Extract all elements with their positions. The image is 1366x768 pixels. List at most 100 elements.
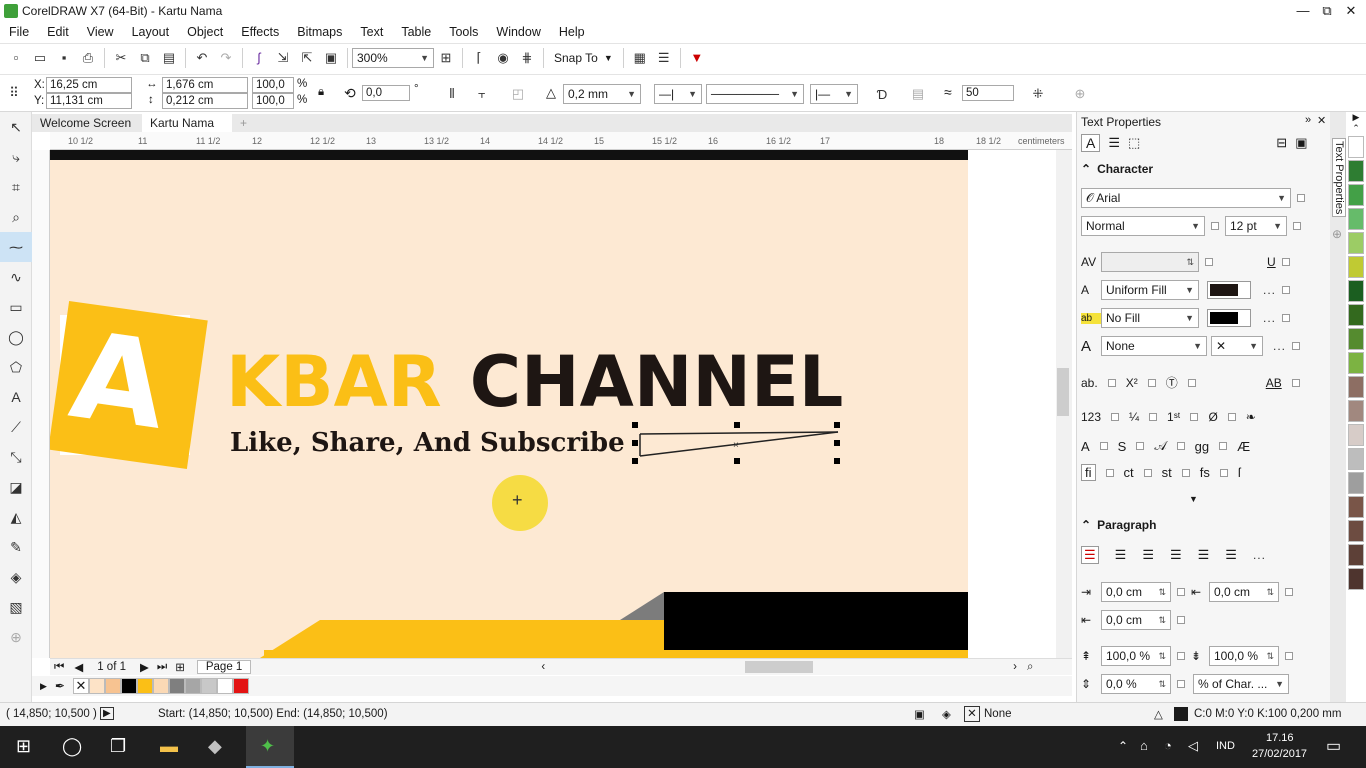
text-wrap-icon[interactable]: Ɗ	[870, 82, 894, 106]
font-style-select[interactable]: Normal ▼	[1081, 216, 1205, 236]
right-strip-swatch[interactable]	[1348, 496, 1364, 518]
show-rulers-icon[interactable]: ⌈	[467, 46, 491, 70]
collapse-icon[interactable]: ⌃	[1081, 162, 1091, 176]
background-color-picker[interactable]	[1207, 309, 1251, 327]
first-line-field[interactable]: 0,0 cm ⇅	[1101, 610, 1171, 630]
palette-swatch[interactable]	[136, 678, 153, 694]
end-arrowhead-select[interactable]: |— ▼	[810, 84, 858, 104]
fill-settings-button[interactable]: ...	[1263, 283, 1276, 297]
menu-text[interactable]: Text	[351, 22, 392, 42]
show-grid-icon[interactable]: ◉	[491, 46, 515, 70]
clock-date[interactable]: 27/02/2017	[1252, 748, 1307, 760]
zoom-navigator-icon[interactable]: ⌕	[1027, 661, 1033, 674]
right-strip-swatch[interactable]	[1348, 424, 1364, 446]
volume-icon[interactable]: ◁	[1188, 738, 1198, 754]
menu-tools[interactable]: Tools	[440, 22, 487, 42]
rectangle-tool-icon[interactable]: ▭	[0, 292, 32, 322]
right-strip-swatch[interactable]	[1348, 352, 1364, 374]
lining-figures-icon[interactable]: 123	[1081, 410, 1101, 424]
publish-pdf-icon[interactable]: ▣	[319, 46, 343, 70]
align-center-icon[interactable]: ☰	[1142, 547, 1154, 563]
align-left-icon[interactable]: ☰	[1115, 547, 1127, 563]
palette-scroll-icon[interactable]: ▶	[40, 681, 47, 692]
start-arrowhead-select[interactable]: —| ▼	[654, 84, 702, 104]
docker-menu-icon[interactable]: ▣	[1295, 135, 1307, 151]
nodes-icon[interactable]: ⁜	[1026, 82, 1050, 106]
uppercase-icon[interactable]: Ⓣ	[1166, 374, 1178, 391]
scale-y-field[interactable]: 100,0	[252, 93, 294, 109]
right-strip-swatch[interactable]	[1348, 184, 1364, 206]
play-icon[interactable]: ▶	[100, 707, 114, 720]
eyedropper-icon[interactable]: ✒	[55, 679, 65, 693]
y-position-field[interactable]: 11,131 cm	[46, 93, 132, 109]
redo-icon[interactable]: ↷	[214, 46, 238, 70]
fractions-icon[interactable]: ¼	[1129, 410, 1139, 424]
tab-kartu-nama[interactable]: Kartu Nama	[142, 114, 232, 132]
alignment-more-button[interactable]: ...	[1253, 548, 1266, 562]
palette-swatch[interactable]	[216, 678, 233, 694]
add-docker-icon[interactable]: ⊕	[1332, 227, 1346, 241]
outline-width-select[interactable]: 0,2 mm ▼	[563, 84, 641, 104]
pick-tool-icon[interactable]: ↖	[0, 112, 32, 142]
right-strip-swatch[interactable]	[1348, 448, 1364, 470]
ligatures-icon[interactable]: fi	[1081, 464, 1096, 481]
menu-view[interactable]: View	[78, 22, 123, 42]
new-tab-button[interactable]: +	[232, 114, 255, 132]
right-strip-swatch[interactable]	[1348, 232, 1364, 254]
all-caps-icon[interactable]: AB	[1266, 376, 1282, 390]
zoom-tool-icon[interactable]: ⌕	[0, 202, 32, 232]
wifi-icon[interactable]: ◔	[1164, 738, 1172, 753]
save-icon[interactable]: ▪	[52, 46, 76, 70]
right-strip-swatch[interactable]	[1348, 472, 1364, 494]
text-tool-icon[interactable]: A	[0, 382, 32, 412]
import-icon[interactable]: ⇲	[271, 46, 295, 70]
palette-swatch[interactable]	[152, 678, 169, 694]
vertical-ruler[interactable]	[32, 150, 50, 658]
drop-shadow-icon[interactable]: ◪	[0, 472, 32, 502]
strip-scroll-up-icon[interactable]: ▶	[1346, 112, 1366, 123]
export-icon[interactable]: ⇱	[295, 46, 319, 70]
menu-bitmaps[interactable]: Bitmaps	[288, 22, 351, 42]
palette-swatch[interactable]	[232, 678, 249, 694]
curve-smoothness-field[interactable]: 50	[962, 85, 1014, 101]
tab-welcome-screen[interactable]: Welcome Screen	[32, 114, 142, 132]
historical-ligature-icon[interactable]: st	[1162, 465, 1172, 480]
zoom-level-select[interactable]: 300% ▼	[352, 47, 434, 68]
clock-time[interactable]: 17.16	[1266, 732, 1294, 744]
prev-page-icon[interactable]: ◀	[74, 660, 83, 674]
subscript-icon[interactable]: ab.	[1081, 376, 1098, 390]
mirror-vertical-icon[interactable]: ⫟	[470, 82, 494, 106]
fill-type-select[interactable]: Uniform Fill ▼	[1101, 280, 1199, 300]
x-position-field[interactable]: 16,25 cm	[46, 77, 132, 93]
line-spacing-field[interactable]: 0,0 % ⇅	[1101, 674, 1171, 694]
height-field[interactable]: 0,212 cm	[162, 93, 248, 109]
character-tab-icon[interactable]: A	[1081, 134, 1101, 152]
fill-color-picker[interactable]	[1207, 281, 1251, 299]
horizontal-scroll-thumb[interactable]	[745, 661, 814, 673]
shape-tool-icon[interactable]: ⤷	[0, 142, 32, 172]
ornaments-icon[interactable]: ❧	[1246, 410, 1256, 424]
polygon-tool-icon[interactable]: ⬠	[0, 352, 32, 382]
add-tool-icon[interactable]: ⊕	[0, 622, 32, 652]
palette-swatch[interactable]	[88, 678, 105, 694]
add-icon[interactable]: ⊕	[1068, 82, 1092, 106]
language-indicator[interactable]: IND	[1216, 740, 1235, 752]
force-justify-icon[interactable]: ☰	[1225, 547, 1237, 563]
right-strip-swatch[interactable]	[1348, 520, 1364, 542]
add-page-icon[interactable]: ⊞	[175, 660, 185, 674]
background-settings-button[interactable]: ...	[1263, 311, 1276, 325]
lock-ratio-icon[interactable]: 🔒︎	[318, 86, 324, 99]
swash-f-icon[interactable]: ſ	[1238, 465, 1241, 480]
coreldraw-taskbar-button[interactable]: ✦	[246, 726, 294, 768]
align-right-icon[interactable]: ☰	[1170, 547, 1182, 563]
outline-select[interactable]: None ▼	[1101, 336, 1207, 356]
text-properties-side-tab[interactable]: Text Properties	[1332, 138, 1346, 218]
right-indent-field[interactable]: 0,0 cm ⇅	[1209, 582, 1279, 602]
options-icon[interactable]: ☰	[652, 46, 676, 70]
background-fill-select[interactable]: No Fill ▼	[1101, 308, 1199, 328]
menu-table[interactable]: Table	[392, 22, 440, 42]
superscript-icon[interactable]: X²	[1126, 376, 1138, 390]
no-color-swatch[interactable]: ✕	[72, 678, 89, 694]
docker-close-icon[interactable]: ✕	[1317, 114, 1326, 127]
menu-layout[interactable]: Layout	[123, 22, 179, 42]
